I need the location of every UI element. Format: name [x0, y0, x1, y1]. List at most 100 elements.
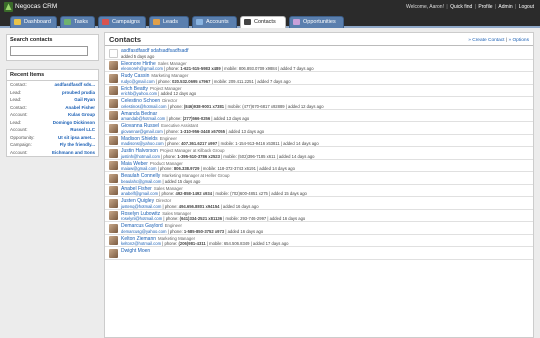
header-links: » Create Contact | » Options: [468, 38, 529, 43]
welcome-text: Welcome, Aaron!: [406, 3, 444, 10]
contact-email-link[interactable]: celestinos@hotmail.com: [121, 104, 166, 109]
contact-email-link[interactable]: rudyc@gmail.com: [121, 79, 155, 84]
recent-item[interactable]: Account: Russel LLC: [7, 126, 98, 134]
contact-email-link[interactable]: beaulahc@gmail.com: [121, 179, 161, 184]
contact-row: Justin Halvorson Project Manager at Kilba…: [105, 147, 533, 160]
contact-row: Giovanna Russel Executive Assistant giovan…: [105, 122, 533, 135]
recent-item-name[interactable]: Russel LLC: [70, 126, 95, 134]
avatar: [109, 211, 118, 220]
recent-item-name[interactable]: Kulas Group: [68, 111, 95, 119]
contact-title: Engineer: [159, 135, 177, 141]
contact-email-link[interactable]: anabelf@gmail.com: [121, 191, 158, 196]
tab-label: Leads: [163, 19, 178, 25]
recent-item[interactable]: Lead: Gail Ryan: [7, 96, 98, 104]
separator: |: [446, 3, 448, 10]
contact-details: eleonoreh@gmail.com | phone: 1-621-515-5…: [121, 66, 314, 71]
contact-email-link[interactable]: maiaw@gmail.com: [121, 166, 156, 171]
contact-title: Engineer: [164, 223, 182, 228]
contact-title: Marketing Manager at Heller Group: [162, 173, 230, 178]
recent-item-type: Lead:: [10, 89, 22, 95]
contact-phone: (641)334-2521 x81136: [179, 216, 223, 222]
recent-item-name[interactable]: Anabel Fisher: [65, 104, 95, 112]
search-input[interactable]: [10, 46, 88, 56]
contact-details: roselynl@hotmail.com | phone: (641)334-2…: [121, 216, 305, 221]
profile-link[interactable]: Profile: [478, 4, 492, 10]
avatar: [109, 161, 118, 170]
avatar: [109, 86, 118, 95]
phone-label: phone:: [166, 128, 181, 134]
contact-row: Beaulah Connelly Marketing Manager at Hel…: [105, 172, 533, 185]
recent-item-type: Campaign:: [10, 142, 32, 147]
contact-added-info: | added 16 days ago: [220, 203, 259, 209]
recent-item-name[interactable]: Domingo Dickinson: [53, 119, 95, 127]
contact-phone: 1-621-515-5983 x489: [180, 66, 221, 72]
avatar: [109, 136, 118, 145]
recent-item-type: Lead:: [10, 97, 22, 102]
search-title: Search contacts: [10, 37, 53, 43]
recent-item-name[interactable]: Ut sit ipsa amet...: [58, 134, 95, 142]
contact-row: Eleonore Hirthe Sales Manager eleonoreh@gm…: [105, 60, 533, 72]
recent-item[interactable]: Opportunity: Ut sit ipsa amet...: [7, 134, 98, 142]
contact-name-link[interactable]: Dwight Moen: [121, 248, 150, 254]
contact-phone: 494.656.8801 x94154: [178, 203, 220, 209]
recent-item[interactable]: Campaign: Fly the friendly...: [7, 141, 98, 149]
recent-item[interactable]: Account: Kulas Group: [7, 111, 98, 119]
tab-accounts[interactable]: Accounts: [192, 16, 237, 28]
contact-title: Director: [162, 98, 178, 103]
campaigns-icon: [102, 19, 109, 25]
contact-phone: 407.361.6217 x997: [181, 141, 218, 147]
recent-item-name[interactable]: Fly the friendly...: [60, 141, 95, 149]
tab-campaigns[interactable]: Campaigns: [98, 16, 146, 28]
tab-tasks[interactable]: Tasks: [60, 16, 95, 28]
contact-email-link[interactable]: madisons@yahoo.com: [121, 141, 164, 146]
recent-items-box: Recent Items Contact: asdfasdfasdf sds...…: [6, 69, 99, 157]
tab-contacts[interactable]: Contacts: [240, 16, 286, 28]
top-links: Welcome, Aaron! | Quick find | Profile |…: [406, 4, 534, 10]
contact-added-info: | mobile: 293-746-2997 | added 16 days a…: [223, 216, 306, 222]
contact-email-link[interactable]: justenq@hotmail.com: [121, 204, 161, 209]
contact-added-info: | mobile: (477)670-6817 x92889 | added 1…: [225, 103, 324, 109]
contact-email-link[interactable]: giovannar@gmail.com: [121, 129, 163, 134]
contact-phone: 806.338.9729: [173, 166, 200, 172]
recent-item-name[interactable]: proubed prudia: [62, 89, 95, 97]
quick-find-link[interactable]: Quick find: [450, 4, 472, 10]
options-link[interactable]: » Options: [508, 38, 529, 43]
tab-dashboard[interactable]: Dashboard: [10, 16, 57, 28]
avatar: [109, 48, 118, 58]
contact-email-link[interactable]: eleonoreh@gmail.com: [121, 66, 163, 71]
recent-item[interactable]: Lead: proubed prudia: [7, 89, 98, 97]
contact-email-link[interactable]: roselynl@hotmail.com: [121, 216, 162, 221]
main-panel: Contacts » Create Contact | » Options as…: [104, 32, 534, 338]
contact-email-link[interactable]: amandab@hotmail.com: [121, 116, 165, 121]
contact-row: Roselyn Lubowitz Sales Manager roselynl@ho…: [105, 210, 533, 222]
contact-email-link[interactable]: erichb@yahoo.com: [121, 91, 157, 96]
recent-item[interactable]: Contact: Anabel Fisher: [7, 104, 98, 112]
admin-link[interactable]: Admin: [498, 4, 512, 10]
recent-item[interactable]: Account: Eichmann and Sons: [7, 149, 98, 157]
leads-icon: [153, 19, 160, 25]
contact-details: justenq@hotmail.com | phone: 494.656.880…: [121, 204, 259, 209]
avatar: [109, 236, 118, 245]
recent-item-name[interactable]: Eichmann and Sons: [52, 149, 95, 157]
logout-link[interactable]: Logout: [519, 4, 534, 10]
contact-phone: (277)566-0256: [182, 116, 211, 122]
tab-opportunities[interactable]: Opportunities: [289, 16, 344, 28]
contact-row: Demarcus Gaylord Engineer demarcusg@yahoo.…: [105, 222, 533, 235]
phone-label: phone:: [163, 153, 178, 159]
contact-row: Maia Weber Product Manager maiaw@gmail.com…: [105, 160, 533, 172]
contact-email-link[interactable]: keltonz@hotmail.com: [121, 241, 161, 246]
recent-item-name[interactable]: asdfasdfasdf sds...: [54, 81, 95, 89]
tab-label: Dashboard: [24, 19, 51, 25]
recent-item[interactable]: Contact: asdfasdfasdf sds...: [7, 81, 98, 89]
contact-row: Erich Beatty Project Manager erichb@yahoo.…: [105, 85, 533, 97]
contact-details: anabelf@gmail.com | phone: 492-858-1492 …: [121, 191, 307, 196]
recent-item-name[interactable]: Gail Ryan: [74, 96, 95, 104]
contact-email-link[interactable]: justinh@hotmail.com: [121, 154, 160, 159]
avatar: [109, 148, 118, 158]
recent-item[interactable]: Lead: Domingo Dickinson: [7, 119, 98, 127]
contact-email-link[interactable]: demarcusg@yahoo.com: [121, 229, 166, 234]
tab-leads[interactable]: Leads: [149, 16, 189, 28]
create-contact-link[interactable]: » Create Contact: [468, 38, 504, 43]
contact-row: Rudy Cassin Marketing Manager rudyc@gmail.…: [105, 72, 533, 85]
recent-item-type: Account:: [10, 112, 28, 117]
